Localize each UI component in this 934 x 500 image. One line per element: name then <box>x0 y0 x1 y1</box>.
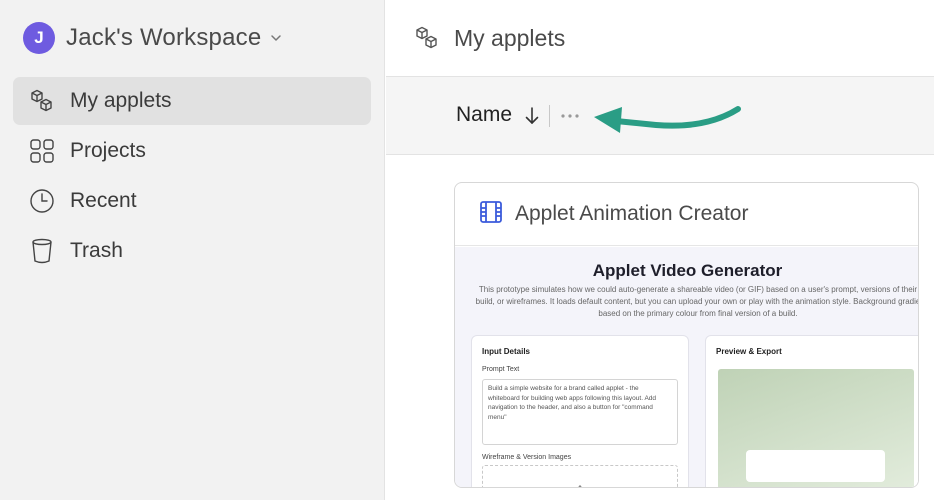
sidebar-item-trash[interactable]: Trash <box>13 227 371 275</box>
sort-toolbar: Name <box>386 77 934 155</box>
sidebar-item-label: Projects <box>70 139 146 162</box>
card-title: Applet Animation Creator <box>515 202 749 225</box>
image-dropzone <box>482 465 678 487</box>
sidebar-item-projects[interactable]: Projects <box>13 127 371 175</box>
chevron-down-icon <box>269 31 283 45</box>
sidebar-item-my-applets[interactable]: My applets <box>13 77 371 125</box>
workspace-name: Jack's Workspace <box>66 24 262 51</box>
sidebar-item-recent[interactable]: Recent <box>13 177 371 225</box>
toolbar-divider <box>549 105 550 127</box>
workspace-switcher[interactable]: J Jack's Workspace <box>23 21 283 55</box>
preview-description: This prototype simulates how we could au… <box>475 285 919 318</box>
applet-preview: Applet Video Generator This prototype si… <box>455 247 919 487</box>
panel-title: Input Details <box>482 347 531 356</box>
preview-canvas-bar <box>746 450 885 482</box>
panel-title: Preview & Export <box>716 347 782 356</box>
main-panel: My applets Name Applet Animation Creator… <box>386 0 934 500</box>
sidebar-item-label: Recent <box>70 189 137 212</box>
sidebar: J Jack's Workspace My applets Projects R… <box>0 0 385 500</box>
annotation-arrow-icon <box>594 106 741 133</box>
preview-canvas <box>718 369 914 487</box>
arrow-down-icon[interactable] <box>523 104 541 128</box>
page-header: My applets <box>386 0 934 77</box>
clock-icon <box>28 187 56 215</box>
input-details-panel: Input Details Prompt Text Build a simple… <box>471 335 689 487</box>
applet-card[interactable]: Applet Animation Creator Applet Video Ge… <box>454 182 919 488</box>
sidebar-nav: My applets Projects Recent Trash <box>13 77 371 277</box>
cubes-icon <box>413 24 441 52</box>
app-window: J Jack's Workspace My applets Projects R… <box>0 0 934 500</box>
page-title: My applets <box>454 24 566 51</box>
prompt-label: Prompt Text <box>482 366 520 373</box>
card-header: Applet Animation Creator <box>455 183 918 246</box>
sidebar-item-label: My applets <box>70 89 172 112</box>
images-label: Wireframe & Version Images <box>482 454 572 461</box>
more-icon <box>561 114 579 118</box>
sidebar-item-label: Trash <box>70 239 123 262</box>
upload-icon <box>578 484 582 487</box>
film-icon <box>479 200 503 229</box>
preview-title: Applet Video Generator <box>592 261 783 280</box>
prompt-textarea: Build a simple website for a brand calle… <box>482 379 678 445</box>
trash-icon <box>28 237 56 265</box>
sort-by-name-button[interactable]: Name <box>456 103 512 127</box>
avatar: J <box>23 22 55 54</box>
more-options-button[interactable] <box>557 105 583 127</box>
cubes-icon <box>28 87 56 115</box>
grid-icon <box>28 137 56 165</box>
preview-export-panel: Preview & Export <box>705 335 918 487</box>
